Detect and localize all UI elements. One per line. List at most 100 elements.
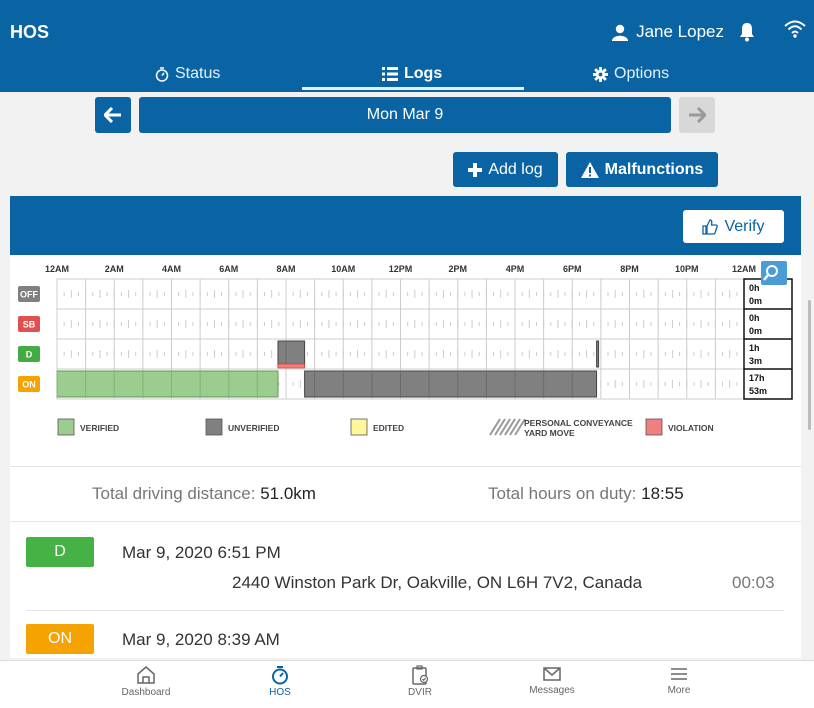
bell-icon[interactable] [738, 22, 756, 42]
hour-label: 10AM [331, 264, 355, 274]
hour-label: 12AM [732, 264, 756, 274]
stopwatch-icon [272, 666, 288, 685]
nav-dvir[interactable]: DVIR [380, 665, 460, 707]
mail-icon [543, 667, 561, 681]
row-total-minutes: 3m [749, 356, 762, 366]
top-bar: HOS Jane Lopez Status Logs Options [0, 0, 814, 92]
row-label: ON [22, 380, 36, 390]
hour-label: 8AM [276, 264, 295, 274]
malfunctions-button[interactable]: Malfunctions [566, 152, 718, 187]
active-tab-indicator [302, 87, 524, 90]
row-total-hours: 17h [749, 373, 765, 383]
legend-label: VIOLATION [668, 423, 714, 433]
log-segment-unverified [277, 340, 306, 368]
user-name: Jane Lopez [636, 22, 724, 41]
nav-hos-label: HOS [269, 687, 291, 698]
row-total-hours: 0h [749, 313, 760, 323]
row-label: D [26, 350, 33, 360]
summary-row: Total driving distance: 51.0km Total hou… [10, 466, 801, 522]
log-segment-violation [277, 363, 305, 369]
nav-more[interactable]: More [639, 665, 719, 707]
bottom-nav: Dashboard HOS DVIR Messages More [0, 660, 814, 708]
tab-status-label: Status [175, 65, 221, 82]
nav-dvir-label: DVIR [408, 687, 432, 698]
legend-swatch-stripe [489, 418, 501, 436]
clipboard-icon [412, 665, 429, 685]
menu-icon [671, 668, 687, 680]
status-badge: ON [26, 624, 94, 654]
nav-more-label: More [667, 685, 691, 696]
legend-swatch [645, 418, 663, 436]
legend-swatch [57, 418, 75, 436]
add-log-button[interactable]: Add log [453, 152, 558, 187]
legend-label: EDITED [373, 423, 404, 433]
date-display[interactable]: Mon Mar 9 [139, 97, 671, 133]
legend-label: PERSONAL CONVEYANCE [524, 418, 633, 428]
distance-label: Total driving distance: [92, 484, 256, 503]
nav-messages[interactable]: Messages [512, 665, 592, 707]
tab-logs[interactable]: Logs [382, 60, 442, 88]
gear-icon [593, 66, 608, 82]
user-menu[interactable]: Jane Lopez [612, 22, 756, 42]
legend-swatch [350, 418, 368, 436]
total-distance: Total driving distance: 51.0km [92, 484, 316, 504]
log-panel: Verify 12AM 2AM 4AM 6AM 8AM 10AM 12PM 2PM 4PM 6PM… [10, 196, 801, 658]
user-icon [612, 24, 629, 41]
log-segment-unverified [596, 340, 600, 368]
app-title: HOS [10, 22, 50, 42]
log-segment-unverified [304, 370, 598, 398]
nav-hos[interactable]: HOS [240, 665, 320, 707]
event-duration: 00:03 [732, 573, 775, 592]
tab-status[interactable]: Status [155, 60, 220, 88]
stopwatch-icon [155, 66, 169, 82]
verify-label: Verify [724, 217, 765, 235]
legend-label: VERIFIED [80, 423, 119, 433]
row-total-minutes: 0m [749, 296, 762, 306]
row-total-hours: 1h [749, 343, 760, 353]
hour-label: 10PM [675, 264, 699, 274]
scrollbar[interactable] [808, 300, 811, 430]
previous-day-button[interactable] [95, 97, 131, 133]
next-day-button[interactable] [679, 97, 715, 133]
hour-label: 2PM [448, 264, 467, 274]
hours-value: 18:55 [641, 484, 684, 503]
list-item[interactable]: D Mar 9, 2020 6:51 PM 2440 Winston Park … [10, 523, 801, 611]
tab-logs-label: Logs [404, 65, 443, 82]
tab-bar: Status Logs Options [0, 56, 814, 92]
hour-label: 8PM [620, 264, 639, 274]
row-total-minutes: 0m [749, 326, 762, 336]
zoom-button [761, 261, 787, 285]
list-icon [382, 67, 398, 81]
hour-label: 6PM [563, 264, 582, 274]
row-label: OFF [20, 290, 38, 300]
home-icon [137, 666, 155, 684]
nav-dashboard[interactable]: Dashboard [106, 665, 186, 707]
wifi-icon [784, 20, 806, 38]
plus-icon [468, 162, 483, 177]
thumbs-up-icon [702, 218, 719, 235]
nav-dashboard-label: Dashboard [121, 687, 171, 698]
row-total-hours: 0h [749, 283, 760, 293]
verify-button[interactable]: Verify [683, 210, 784, 243]
hour-label: 2AM [105, 264, 124, 274]
arrow-left-icon [104, 107, 121, 123]
hours-label: Total hours on duty: [488, 484, 637, 503]
add-log-label: Add log [488, 160, 543, 178]
distance-value: 51.0km [260, 484, 316, 503]
event-time: Mar 9, 2020 8:39 AM [122, 630, 280, 649]
tab-options-label: Options [614, 65, 670, 82]
hour-label: 6AM [219, 264, 238, 274]
warning-icon [580, 161, 599, 178]
legend-label: UNVERIFIED [228, 423, 279, 433]
legend-swatch [205, 418, 223, 436]
log-segment-verified [56, 370, 279, 398]
tab-options[interactable]: Options [593, 60, 669, 88]
row-total-minutes: 53m [749, 386, 767, 396]
log-panel-header: Verify [10, 196, 801, 255]
malfunctions-label: Malfunctions [604, 160, 704, 178]
row-label: SB [23, 320, 36, 330]
hour-label: 4AM [162, 264, 181, 274]
total-hours: Total hours on duty: 18:55 [488, 484, 684, 504]
nav-messages-label: Messages [529, 685, 575, 696]
hour-label: 4PM [506, 264, 525, 274]
